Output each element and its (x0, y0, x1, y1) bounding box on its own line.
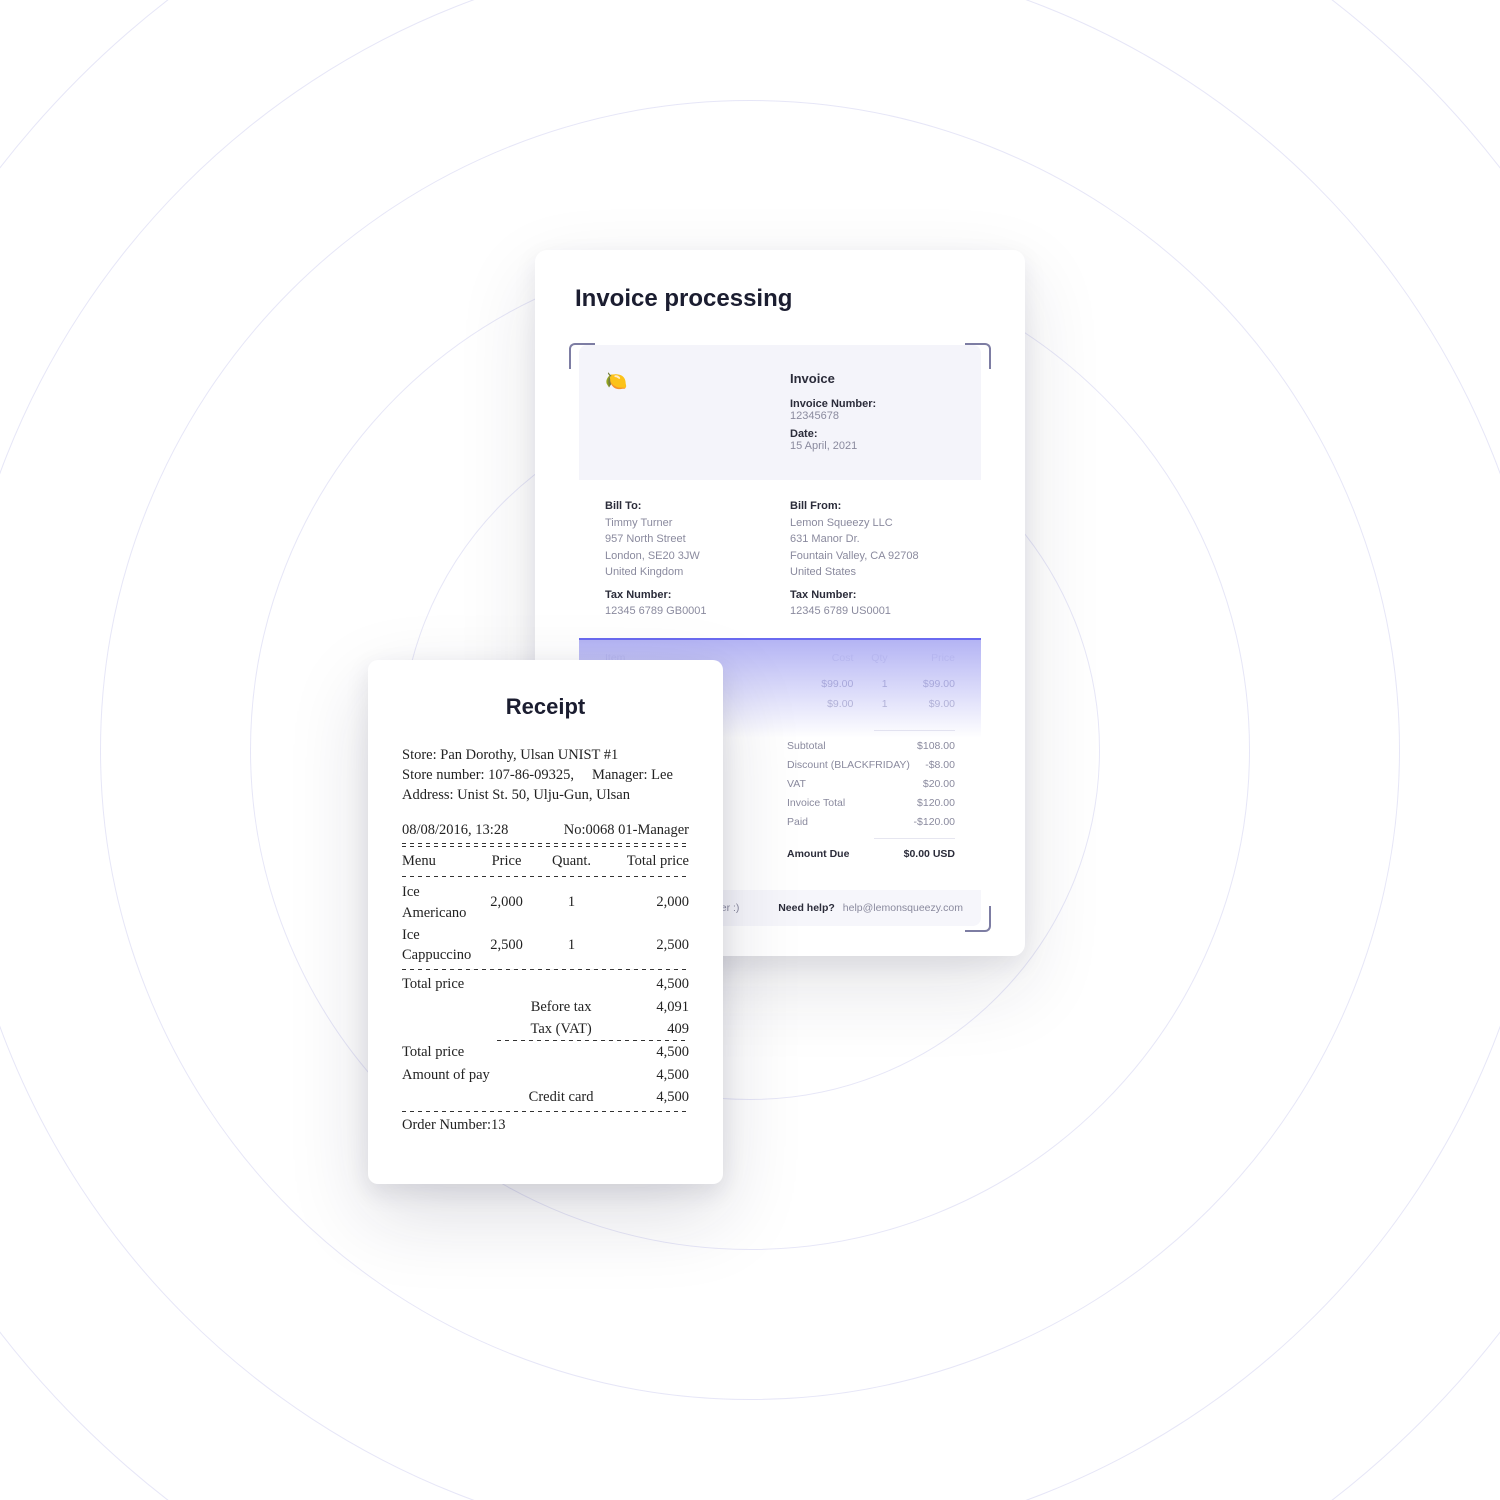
lemon-icon: 🍋 (605, 371, 770, 454)
total-price2-label: Total price (402, 1041, 518, 1063)
th-cost: Cost (786, 638, 853, 674)
invoice-date-value: 15 April, 2021 (790, 440, 955, 452)
bill-from-tax: 12345 6789 US0001 (790, 603, 955, 620)
help-email: help@lemonsqueezy.com (843, 902, 963, 914)
cell-menu: Ice Americano (402, 881, 474, 924)
total-price-value: 4,500 (604, 973, 689, 995)
cell-price: $9.00 (888, 694, 955, 714)
vat-label: VAT (787, 778, 806, 790)
vat-value: 409 (604, 1018, 689, 1040)
receipt-manager: Manager: Lee (592, 765, 673, 785)
th-total: Total price (604, 850, 689, 872)
vat-value: $20.00 (923, 778, 955, 790)
total-label: Invoice Total (787, 797, 845, 809)
bill-from-country: United States (790, 564, 955, 581)
cell-qty: 1 (853, 694, 887, 714)
amount-pay-value: 4,500 (604, 1064, 689, 1086)
subtotal-label: Subtotal (787, 740, 826, 752)
cell-qty: 1 (539, 924, 604, 967)
invoice-date-label: Date: (790, 428, 955, 440)
vat-label: Tax (VAT) (518, 1018, 604, 1040)
total-price-label: Total price (402, 973, 518, 995)
card-title: Receipt (402, 692, 689, 723)
bill-from-name: Lemon Squeezy LLC (790, 515, 955, 532)
bill-to-city: London, SE20 3JW (605, 548, 770, 565)
bill-to-label: Bill To: (605, 498, 770, 515)
cell-total: 2,000 (604, 881, 689, 924)
amount-pay-label: Amount of pay (402, 1064, 518, 1086)
th-qty: Qty (853, 638, 887, 674)
cell-qty: 1 (539, 881, 604, 924)
th-quant: Quant. (539, 850, 604, 872)
discount-label: Discount (BLACKFRIDAY) (787, 759, 910, 771)
cell-price: 2,500 (474, 924, 539, 967)
card-title: Invoice processing (575, 285, 985, 313)
bill-from-tax-label: Tax Number: (790, 587, 955, 604)
receipt-card: Receipt Store: Pan Dorothy, Ulsan UNIST … (368, 660, 723, 1184)
invoice-heading: Invoice (790, 371, 955, 386)
receipt-address: Address: Unist St. 50, Ulju-Gun, Ulsan (402, 785, 689, 805)
th-menu: Menu (402, 850, 474, 872)
bill-to-street: 957 North Street (605, 531, 770, 548)
cell-price: 2,000 (474, 881, 539, 924)
help-label: Need help? (778, 902, 835, 914)
receipt-datetime: 08/08/2016, 13:28 (402, 820, 508, 840)
subtotal-value: $108.00 (917, 740, 955, 752)
th-price: Price (888, 638, 955, 674)
credit-value: 4,500 (604, 1086, 689, 1108)
receipt-store-info: Store: Pan Dorothy, Ulsan UNIST #1 Store… (402, 745, 689, 806)
before-tax-label: Before tax (518, 996, 604, 1018)
bill-from-street: 631 Manor Dr. (790, 531, 955, 548)
bill-to-name: Timmy Turner (605, 515, 770, 532)
th-price: Price (474, 850, 539, 872)
cell-cost: $9.00 (786, 694, 853, 714)
due-label: Amount Due (787, 848, 849, 860)
bill-to-country: United Kingdom (605, 564, 770, 581)
receipt-store-line: Store: Pan Dorothy, Ulsan UNIST #1 (402, 745, 689, 765)
cell-cost: $99.00 (786, 674, 853, 694)
bill-to-tax: 12345 6789 GB0001 (605, 603, 770, 620)
receipt-row: Ice Cappuccino 2,500 1 2,500 (402, 924, 689, 967)
bill-from-city: Fountain Valley, CA 92708 (790, 548, 955, 565)
cell-qty: 1 (853, 674, 887, 694)
bill-from-label: Bill From: (790, 498, 955, 515)
receipt-row: Ice Americano 2,000 1 2,000 (402, 881, 689, 924)
order-number: Order Number:13 (402, 1115, 689, 1135)
invoice-number-value: 12345678 (790, 410, 955, 422)
bill-to-tax-label: Tax Number: (605, 587, 770, 604)
before-tax-value: 4,091 (604, 996, 689, 1018)
receipt-subtotals: Total price 4,500 Before tax 4,091 Tax (… (402, 973, 689, 1108)
receipt-no: No:0068 01-Manager (564, 820, 689, 840)
paid-label: Paid (787, 816, 808, 828)
cell-menu: Ice Cappuccino (402, 924, 474, 967)
invoice-number-label: Invoice Number: (790, 398, 955, 410)
total-value: $120.00 (917, 797, 955, 809)
total-price2-value: 4,500 (604, 1041, 689, 1063)
discount-value: -$8.00 (925, 759, 955, 771)
credit-label: Credit card (518, 1086, 604, 1108)
receipt-items-table: Menu Price Quant. Total price Ice Americ… (402, 850, 689, 966)
paid-value: -$120.00 (914, 816, 955, 828)
cell-price: $99.00 (888, 674, 955, 694)
cell-total: 2,500 (604, 924, 689, 967)
receipt-store-number: Store number: 107-86-09325, (402, 765, 574, 785)
due-value: $0.00 USD (904, 848, 955, 860)
